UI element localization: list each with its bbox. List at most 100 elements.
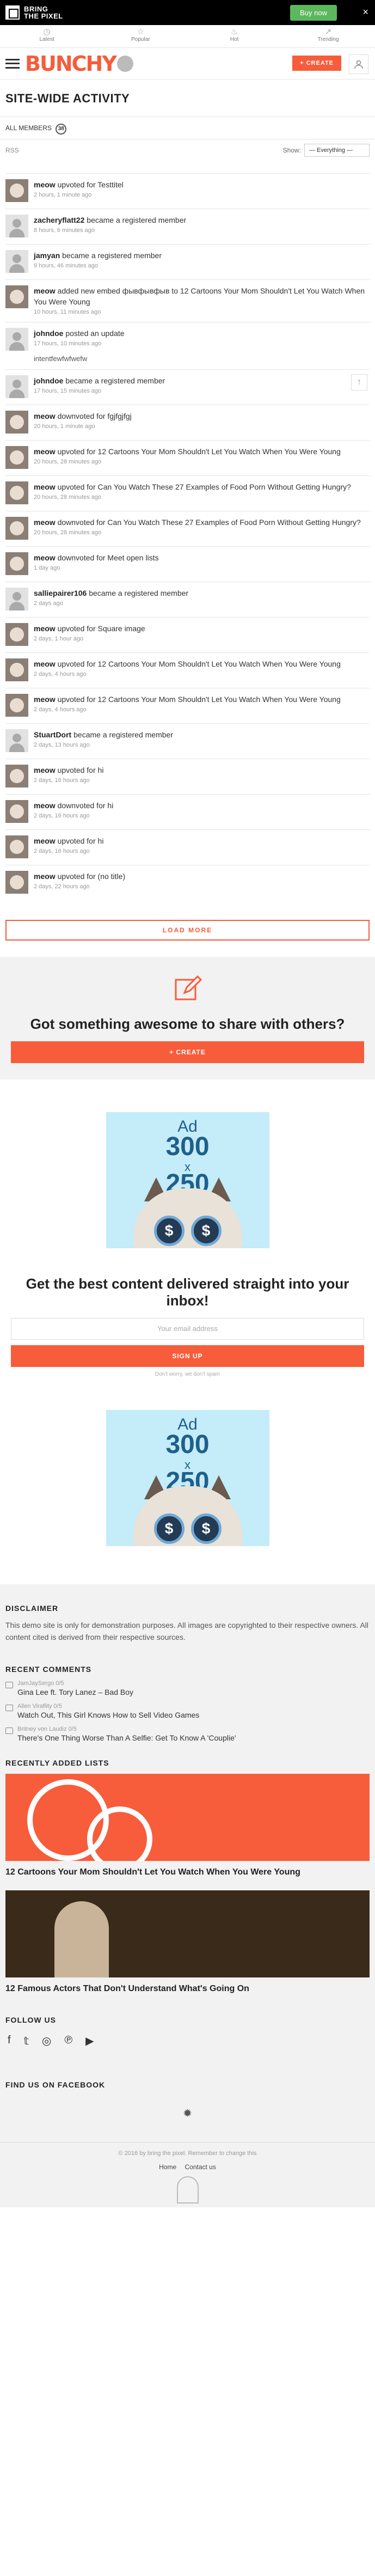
avatar[interactable] xyxy=(5,250,28,273)
avatar[interactable] xyxy=(5,215,28,237)
load-more-button[interactable]: LOAD MORE xyxy=(5,920,370,941)
signup-button[interactable]: SIGN UP xyxy=(11,1345,364,1367)
nav-trending[interactable]: ↗ Trending xyxy=(296,25,361,47)
activity-target-link[interactable]: hi xyxy=(107,801,113,810)
activity-target-link[interactable]: hi xyxy=(98,766,104,774)
activity-user-link[interactable]: meow xyxy=(34,695,56,704)
activity-target-link[interactable]: fgjfgjfgj xyxy=(107,412,131,420)
nav-popular[interactable]: ☆ Popular xyxy=(108,25,173,47)
avatar[interactable] xyxy=(5,446,28,469)
activity-target-link[interactable]: hi xyxy=(98,837,104,845)
activity-time[interactable]: 17 hours, 15 minutes ago xyxy=(34,388,370,394)
activity-time[interactable]: 17 hours, 10 minutes ago xyxy=(34,340,370,347)
close-icon[interactable]: × xyxy=(362,7,368,18)
activity-time[interactable]: 2 days, 4 hours ago xyxy=(34,706,370,713)
tab-all-members[interactable]: ALL MEMBERS 38 xyxy=(5,124,67,139)
nav-latest[interactable]: ◷ Latest xyxy=(14,25,79,47)
activity-target-link[interactable]: 12 Cartoons Your Mom Shouldn't Let You W… xyxy=(98,660,341,668)
list-thumbnail[interactable] xyxy=(5,1774,370,1861)
comment-post-link[interactable]: There's One Thing Worse Than A Selfie: G… xyxy=(17,1733,236,1742)
activity-user-link[interactable]: johndoe xyxy=(34,376,63,385)
activity-target-link[interactable]: (no title) xyxy=(98,872,126,881)
avatar[interactable] xyxy=(5,871,28,894)
activity-time[interactable]: 20 hours, 28 minutes ago xyxy=(34,529,370,536)
activity-target-link[interactable]: Testtitel xyxy=(97,180,123,189)
activity-time[interactable]: 10 hours, 11 minutes ago xyxy=(34,309,370,315)
avatar[interactable] xyxy=(5,588,28,611)
activity-target-link[interactable]: Square image xyxy=(98,624,145,633)
activity-time[interactable]: 2 days, 16 hours ago xyxy=(34,813,370,819)
activity-target-link[interactable]: Meet open lists xyxy=(107,553,158,562)
avatar[interactable] xyxy=(5,694,28,717)
list-title[interactable]: 12 Famous Actors That Don't Understand W… xyxy=(5,1984,370,1994)
list-thumbnail[interactable] xyxy=(5,1890,370,1977)
activity-time[interactable]: 2 days, 4 hours ago xyxy=(34,671,370,677)
site-logo[interactable]: BUNCHY xyxy=(25,52,117,76)
activity-user-link[interactable]: meow xyxy=(34,624,56,633)
activity-user-link[interactable]: StuartDort xyxy=(34,730,71,739)
ad-banner-2[interactable]: Ad 300 x 250 $ $ xyxy=(106,1410,269,1546)
activity-user-link[interactable]: zacheryflatt22 xyxy=(34,216,84,224)
activity-time[interactable]: 2 days, 1 hour ago xyxy=(34,636,370,642)
activity-time[interactable]: 2 days, 22 hours ago xyxy=(34,883,370,890)
pinterest-icon[interactable]: ℗ xyxy=(64,2034,72,2048)
activity-target-link[interactable]: 12 Cartoons Your Mom Shouldn't Let You W… xyxy=(98,447,341,456)
activity-user-link[interactable]: meow xyxy=(34,447,56,456)
activity-target-link[interactable]: 12 Cartoons Your Mom Shouldn't Let You W… xyxy=(98,695,341,704)
activity-user-link[interactable]: meow xyxy=(34,518,56,527)
activity-user-link[interactable]: salliepairer106 xyxy=(34,589,87,597)
facebook-icon[interactable]: f xyxy=(8,2034,11,2048)
avatar[interactable] xyxy=(5,179,28,202)
activity-time[interactable]: 2 days, 16 hours ago xyxy=(34,848,370,854)
activity-user-link[interactable]: meow xyxy=(34,801,56,810)
scroll-top-icon[interactable]: ↑ xyxy=(351,374,367,390)
show-select[interactable]: — Everything — xyxy=(304,144,370,157)
avatar[interactable] xyxy=(5,765,28,788)
activity-user-link[interactable]: meow xyxy=(34,553,56,562)
activity-user-link[interactable]: meow xyxy=(34,766,56,774)
activity-time[interactable]: 2 hours, 1 minute ago xyxy=(34,192,370,198)
create-button[interactable]: + CREATE xyxy=(292,56,341,71)
buy-now-button[interactable]: Buy now xyxy=(290,5,337,21)
avatar[interactable] xyxy=(5,623,28,646)
activity-user-link[interactable]: meow xyxy=(34,837,56,845)
avatar[interactable] xyxy=(5,729,28,752)
avatar[interactable] xyxy=(5,375,28,398)
list-title[interactable]: 12 Cartoons Your Mom Shouldn't Let You W… xyxy=(5,1867,370,1877)
activity-user-link[interactable]: johndoe xyxy=(34,329,63,338)
activity-user-link[interactable]: meow xyxy=(34,286,56,295)
rss-link[interactable]: RSS xyxy=(5,146,19,154)
ad-banner[interactable]: Ad 300 x 250 $ $ xyxy=(106,1112,269,1248)
avatar[interactable] xyxy=(5,800,28,823)
activity-user-link[interactable]: meow xyxy=(34,872,56,881)
user-icon[interactable] xyxy=(349,54,368,74)
activity-time[interactable]: 20 hours, 1 minute ago xyxy=(34,423,370,430)
activity-time[interactable]: 2 days ago xyxy=(34,600,370,607)
comment-post-link[interactable]: Watch Out, This Girl Knows How to Sell V… xyxy=(17,1711,199,1719)
avatar[interactable] xyxy=(5,285,28,308)
activity-time[interactable]: 1 day ago xyxy=(34,565,370,571)
activity-time[interactable]: 20 hours, 28 minutes ago xyxy=(34,459,370,465)
comment-author[interactable]: JamJaySergo 0/5 xyxy=(17,1680,133,1687)
activity-target-link[interactable]: Can You Watch These 27 Examples of Food … xyxy=(98,483,351,491)
nav-hot[interactable]: ♨ Hot xyxy=(202,25,267,47)
activity-user-link[interactable]: meow xyxy=(34,180,56,189)
twitter-icon[interactable]: 𝕥 xyxy=(24,2034,29,2048)
avatar[interactable] xyxy=(5,328,28,351)
activity-time[interactable]: 2 days, 16 hours ago xyxy=(34,777,370,784)
avatar[interactable] xyxy=(5,481,28,504)
activity-time[interactable]: 8 hours, 6 minutes ago xyxy=(34,227,370,234)
hamburger-menu-icon[interactable] xyxy=(5,58,20,69)
instagram-icon[interactable]: ◎ xyxy=(42,2034,51,2048)
youtube-icon[interactable]: ▶ xyxy=(85,2034,94,2048)
footer-link-contact[interactable]: Contact us xyxy=(185,2163,216,2171)
footer-link-home[interactable]: Home xyxy=(159,2163,176,2171)
activity-user-link[interactable]: jamyan xyxy=(34,251,60,260)
avatar[interactable] xyxy=(5,411,28,434)
comment-post-link[interactable]: Gina Lee ft. Tory Lanez – Bad Boy xyxy=(17,1688,133,1696)
activity-time[interactable]: 20 hours, 28 minutes ago xyxy=(34,494,370,500)
activity-target-link[interactable]: Can You Watch These 27 Examples of Food … xyxy=(107,518,360,527)
activity-time[interactable]: 2 days, 13 hours ago xyxy=(34,742,370,748)
avatar[interactable] xyxy=(5,517,28,540)
avatar[interactable] xyxy=(5,835,28,858)
